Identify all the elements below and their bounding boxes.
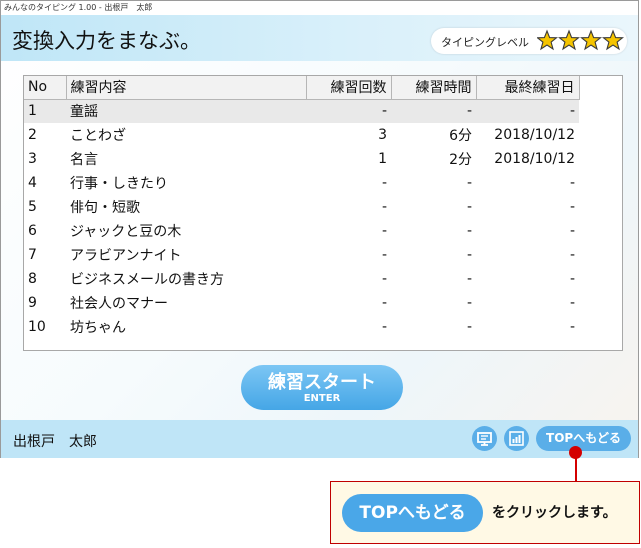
lesson-table: No 練習内容 練習回数 練習時間 最終練習日 1 童謡 - - - 2 ことわ… <box>23 75 623 351</box>
row-count: - <box>381 175 387 191</box>
row-time: 2分 <box>449 152 472 168</box>
row-no: 2 <box>28 127 37 143</box>
row-count: - <box>381 295 387 311</box>
column-content[interactable]: 練習内容 <box>66 76 307 100</box>
column-last-date[interactable]: 最終練習日 <box>476 76 580 100</box>
row-last-date: - <box>476 99 579 123</box>
table-row[interactable]: 9 社会人のマナー - - - <box>24 291 579 315</box>
row-last-date: - <box>569 199 575 215</box>
row-count: - <box>381 319 387 335</box>
row-content: 行事・しきたり <box>70 176 168 192</box>
row-time: - <box>466 199 472 215</box>
pointer-line <box>575 452 577 482</box>
table-row[interactable]: 10 坊ちゃん - - - <box>24 315 579 339</box>
table-row[interactable]: 8 ビジネスメールの書き方 - - - <box>24 267 579 291</box>
row-no: 9 <box>28 295 37 311</box>
row-time: - <box>466 223 472 239</box>
start-practice-label: 練習スタート <box>268 372 376 393</box>
callout-top-button: TOPへもどる <box>342 494 483 532</box>
column-count[interactable]: 練習回数 <box>306 76 392 100</box>
star-icon <box>537 29 559 51</box>
row-last-date: - <box>569 271 575 287</box>
header-bar: 変換入力をまなぶ。 タイピングレベル <box>1 15 638 61</box>
table-row[interactable]: 7 アラビアンナイト - - - <box>24 243 579 267</box>
back-to-top-button[interactable]: TOPへもどる <box>536 426 631 451</box>
app-content: 変換入力をまなぶ。 タイピングレベル No 練習内容 練習回数 練習時間 最終練… <box>1 15 638 458</box>
row-last-date: 2018/10/12 <box>494 127 575 143</box>
star-icon <box>579 29 603 51</box>
chart-icon[interactable] <box>504 426 529 451</box>
row-no: 6 <box>28 223 37 239</box>
row-count: - <box>381 223 387 239</box>
row-last-date: 2018/10/12 <box>494 151 575 167</box>
user-name: 出根戸 太郎 <box>13 434 97 450</box>
typing-level-badge: タイピングレベル <box>431 28 627 54</box>
table-row[interactable]: 5 俳句・短歌 - - - <box>24 195 579 219</box>
app-window: みんなのタイピング 1.00 - 出根戸 太郎 変換入力をまなぶ。 タイピングレ… <box>0 0 639 458</box>
column-no[interactable]: No <box>24 76 67 100</box>
column-time[interactable]: 練習時間 <box>391 76 477 100</box>
row-count: - <box>381 199 387 215</box>
start-practice-shortcut: ENTER <box>303 393 341 404</box>
monitor-icon[interactable] <box>472 426 497 451</box>
row-content: 俳句・短歌 <box>70 200 140 216</box>
row-time: 6分 <box>449 128 472 144</box>
row-content: 童謡 <box>66 99 306 123</box>
star-icon <box>601 29 625 51</box>
level-stars <box>537 28 625 54</box>
row-time: - <box>466 295 472 311</box>
row-content: ことわざ <box>70 128 126 144</box>
typing-level-label: タイピングレベル <box>441 36 529 49</box>
callout-text: をクリックします。 <box>492 505 617 521</box>
instruction-callout: TOPへもどる をクリックします。 <box>330 481 640 544</box>
start-practice-button[interactable]: 練習スタート ENTER <box>241 365 403 410</box>
row-count: - <box>381 271 387 287</box>
row-no: 8 <box>28 271 37 287</box>
table-header-row: No 練習内容 練習回数 練習時間 最終練習日 <box>24 76 580 100</box>
row-count: - <box>306 99 391 123</box>
table-row[interactable]: 6 ジャックと豆の木 - - - <box>24 219 579 243</box>
row-content: 坊ちゃん <box>70 320 126 336</box>
row-last-date: - <box>569 319 575 335</box>
row-last-date: - <box>569 175 575 191</box>
row-content: ビジネスメールの書き方 <box>70 272 224 288</box>
row-count: 1 <box>378 151 387 167</box>
table-row[interactable]: 3 名言 1 2分 2018/10/12 <box>24 147 579 171</box>
row-last-date: - <box>569 247 575 263</box>
row-last-date: - <box>569 223 575 239</box>
table-row[interactable]: 4 行事・しきたり - - - <box>24 171 579 195</box>
row-content: ジャックと豆の木 <box>70 224 182 240</box>
window-titlebar: みんなのタイピング 1.00 - 出根戸 太郎 <box>1 1 638 14</box>
row-no: 1 <box>24 99 66 123</box>
star-icon <box>557 29 581 51</box>
row-time: - <box>391 99 476 123</box>
row-count: - <box>381 247 387 263</box>
row-content: 名言 <box>70 152 98 168</box>
row-time: - <box>466 271 472 287</box>
row-no: 7 <box>28 247 37 263</box>
row-time: - <box>466 247 472 263</box>
row-no: 4 <box>28 175 37 191</box>
row-no: 3 <box>28 151 37 167</box>
row-count: 3 <box>378 127 387 143</box>
row-last-date: - <box>569 295 575 311</box>
footer-bar: 出根戸 太郎 TOPへもどる <box>1 420 638 458</box>
page-title: 変換入力をまなぶ。 <box>12 29 201 53</box>
row-time: - <box>466 319 472 335</box>
table-row[interactable]: 1 童謡 - - - <box>24 99 579 123</box>
row-time: - <box>466 175 472 191</box>
row-content: アラビアンナイト <box>70 248 182 264</box>
row-no: 10 <box>28 319 46 335</box>
row-no: 5 <box>28 199 37 215</box>
table-row[interactable]: 2 ことわざ 3 6分 2018/10/12 <box>24 123 579 147</box>
row-content: 社会人のマナー <box>70 296 168 312</box>
